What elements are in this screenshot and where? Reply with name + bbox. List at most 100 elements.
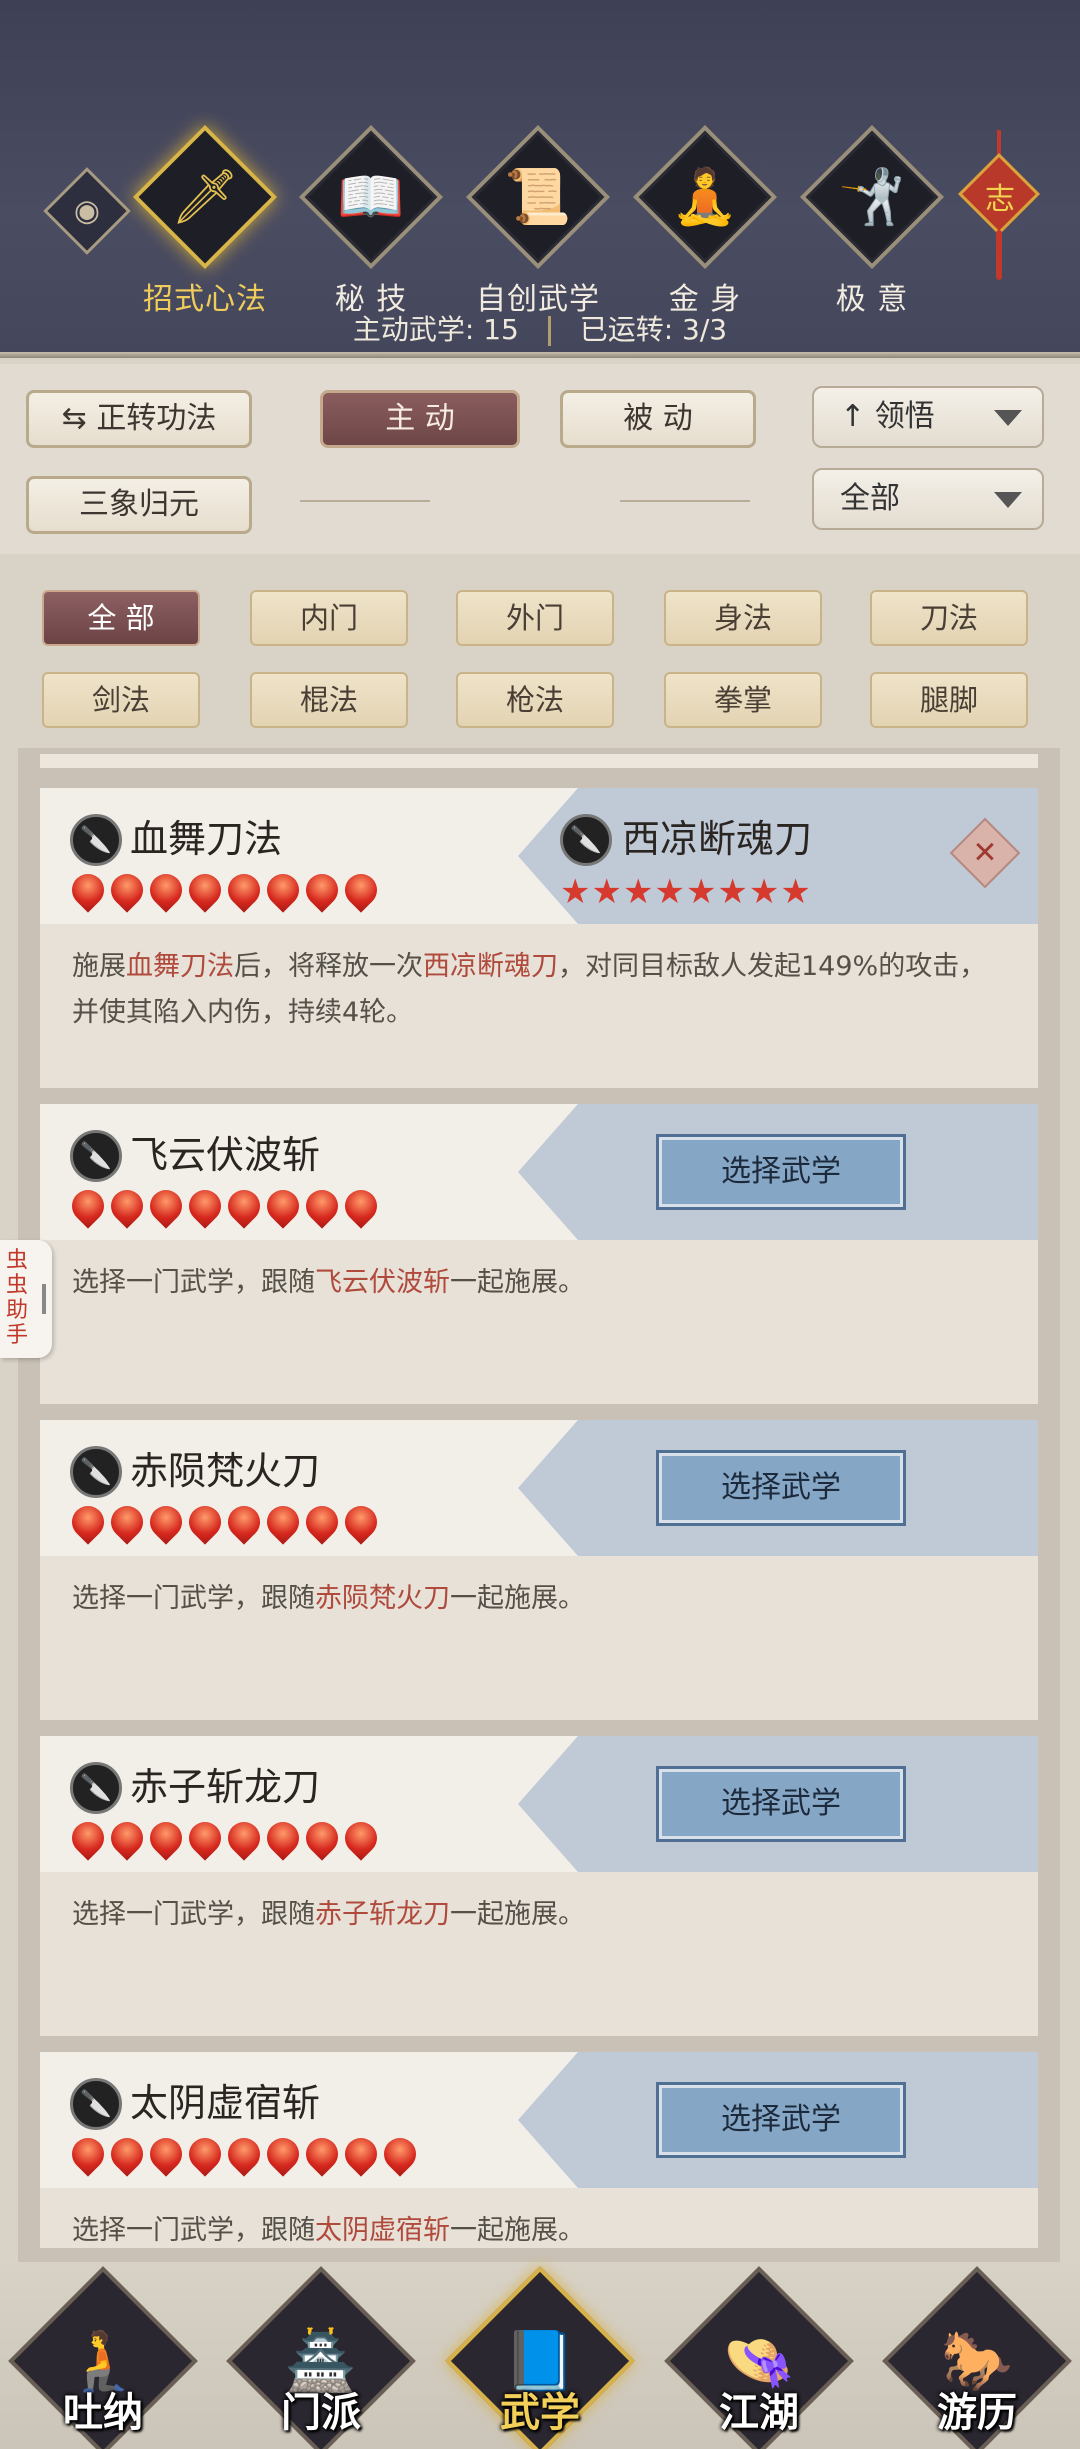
filter-spear[interactable]: 枪法	[456, 672, 614, 728]
level-drop-icon	[182, 1499, 228, 1545]
skill-level-drops	[65, 867, 384, 913]
tab-self-created[interactable]: 📜 自创武学	[463, 124, 613, 318]
skill-description: 选择一门武学，跟随赤子斩龙刀一起施展。	[72, 1899, 585, 1930]
skill-level-drops	[65, 1815, 384, 1861]
divider	[620, 500, 750, 502]
level-drop-icon	[221, 1499, 267, 1545]
level-drop-icon	[65, 1183, 111, 1229]
rotate-label: 正转功法	[96, 401, 217, 436]
eye-toggle-button[interactable]: ◉	[43, 167, 131, 255]
level-drop-icon	[260, 2131, 306, 2177]
rotate-skills-button[interactable]: ⇆ 正转功法	[26, 390, 252, 448]
level-drop-icon	[65, 1499, 111, 1545]
tab-ultimate-intent[interactable]: 🤺 极 意	[797, 124, 947, 318]
category-select[interactable]: 全部	[812, 468, 1044, 530]
nav-martial[interactable]: 📘 武学	[445, 2266, 635, 2449]
level-drop-icon	[299, 1499, 345, 1545]
filter-movement[interactable]: 身法	[664, 590, 822, 646]
chevron-down-icon	[994, 492, 1022, 508]
choose-skill-button[interactable]: 选择武学	[656, 1766, 906, 1842]
choose-skill-button[interactable]: 选择武学	[656, 1450, 906, 1526]
level-drop-icon	[182, 1183, 228, 1229]
filter-sword[interactable]: 剑法	[42, 672, 200, 728]
control-bar: ⇆ 正转功法 主 动 被 动 ↑ 领悟 三象归元 全部	[0, 364, 1080, 554]
filter-blade[interactable]: 刀法	[870, 590, 1028, 646]
drag-handle-icon	[42, 1284, 46, 1314]
blade-skill-icon: 🔪	[560, 814, 612, 866]
nav-label: 江湖	[719, 2390, 799, 2436]
level-drop-icon	[104, 1183, 150, 1229]
level-drop-icon	[182, 1815, 228, 1861]
level-drop-icon	[104, 2131, 150, 2177]
level-drop-icon	[143, 2131, 189, 2177]
skill-description: 选择一门武学，跟随飞云伏波斩一起施展。	[72, 1267, 585, 1298]
level-drop-icon	[143, 867, 189, 913]
divider	[300, 500, 430, 502]
nav-travel[interactable]: 🐎 游历	[882, 2266, 1072, 2449]
meditation-icon: 🧘	[671, 165, 739, 228]
star-icon: ★	[685, 872, 718, 912]
sort-value: 领悟	[874, 399, 935, 434]
close-icon: ✕	[972, 835, 998, 871]
tab-moves-methods[interactable]: 🗡 招式心法	[130, 124, 280, 318]
linked-skill-name[interactable]: 西凉断魂刀	[622, 808, 812, 863]
level-drop-icon	[338, 1815, 384, 1861]
sort-select[interactable]: ↑ 领悟	[812, 386, 1044, 448]
level-drop-icon	[182, 2131, 228, 2177]
level-drop-icon	[338, 1183, 384, 1229]
chinese-knot-button[interactable]: 志	[957, 130, 1041, 280]
skill-card: 🔪 太阴虚宿斩 选择武学 选择一门武学，跟随太阴虚宿斩一起施展。	[40, 2052, 1038, 2248]
level-drop-icon	[65, 1815, 111, 1861]
level-drop-icon	[260, 1183, 306, 1229]
skill-name: 赤陨梵火刀	[130, 1449, 321, 1493]
running-count: 已运转: 3/3	[579, 313, 728, 346]
level-drop-icon	[143, 1499, 189, 1545]
nav-label: 吐纳	[63, 2390, 143, 2436]
level-drop-icon	[299, 1815, 345, 1861]
arrow-up-icon: ↑	[840, 399, 866, 434]
nav-clan[interactable]: 🏯 门派	[226, 2266, 416, 2449]
level-drop-icon	[299, 2131, 345, 2177]
choose-skill-button[interactable]: 选择武学	[656, 1134, 906, 1210]
skill-level-drops	[65, 1183, 384, 1229]
martial-status: 主动武学: 15 已运转: 3/3	[0, 308, 1080, 348]
swap-icon: ⇆	[61, 401, 87, 436]
category-value: 全部	[840, 481, 900, 516]
nav-jianghu[interactable]: 👒 江湖	[664, 2266, 854, 2449]
choose-skill-button[interactable]: 选择武学	[656, 2082, 906, 2158]
skill-card: 🔪 飞云伏波斩 选择武学 选择一门武学，跟随飞云伏波斩一起施展。	[40, 1104, 1038, 1404]
skill-level-drops	[65, 2131, 423, 2177]
nav-label: 游历	[937, 2390, 1017, 2436]
filter-chips: 全 部 内门 外门 身法 刀法 剑法 棍法 枪法 拳掌 腿脚	[18, 560, 1060, 760]
nav-label: 武学	[500, 2390, 580, 2436]
star-icon: ★	[560, 872, 592, 912]
filter-all[interactable]: 全 部	[42, 590, 200, 646]
sanxiang-button[interactable]: 三象归元	[26, 476, 252, 534]
blade-skill-icon: 🔪	[70, 1130, 122, 1182]
skill-description: 选择一门武学，跟随赤陨梵火刀一起施展。	[72, 1583, 585, 1614]
skill-name: 血舞刀法	[130, 817, 283, 861]
nav-tuna[interactable]: 🧎 吐纳	[8, 2266, 198, 2449]
star-icon: ★	[748, 872, 781, 912]
chevron-down-icon	[994, 410, 1022, 426]
filter-leg[interactable]: 腿脚	[870, 672, 1028, 728]
martial-pose-icon: 🤺	[838, 165, 906, 228]
helper-tab[interactable]: 虫虫助手	[0, 1240, 52, 1358]
skill-level-drops	[65, 1499, 384, 1545]
tab-golden-body[interactable]: 🧘 金 身	[630, 124, 780, 318]
filter-fist[interactable]: 拳掌	[664, 672, 822, 728]
level-drop-icon	[338, 1499, 384, 1545]
mode-passive-button[interactable]: 被 动	[560, 390, 756, 448]
level-drop-icon	[65, 2131, 111, 2177]
blade-skill-icon: 🔪	[70, 1762, 122, 1814]
filter-outer[interactable]: 外门	[456, 590, 614, 646]
filter-inner[interactable]: 内门	[250, 590, 408, 646]
star-icon: ★	[622, 872, 655, 912]
filter-staff[interactable]: 棍法	[250, 672, 408, 728]
mode-active-button[interactable]: 主 动	[320, 390, 520, 448]
skill-card: 🔪 赤子斩龙刀 选择武学 选择一门武学，跟随赤子斩龙刀一起施展。	[40, 1736, 1038, 2036]
skill-list: 🔪 血舞刀法 🔪 西凉断魂刀 ★★★★★★★★ ✕ 施展血舞刀法后，将释放一次西…	[18, 748, 1060, 2262]
eye-icon: ◉	[73, 193, 101, 229]
sword-icon: 🗡	[170, 165, 240, 228]
tab-secret-skills[interactable]: 📖 秘 技	[296, 124, 446, 318]
